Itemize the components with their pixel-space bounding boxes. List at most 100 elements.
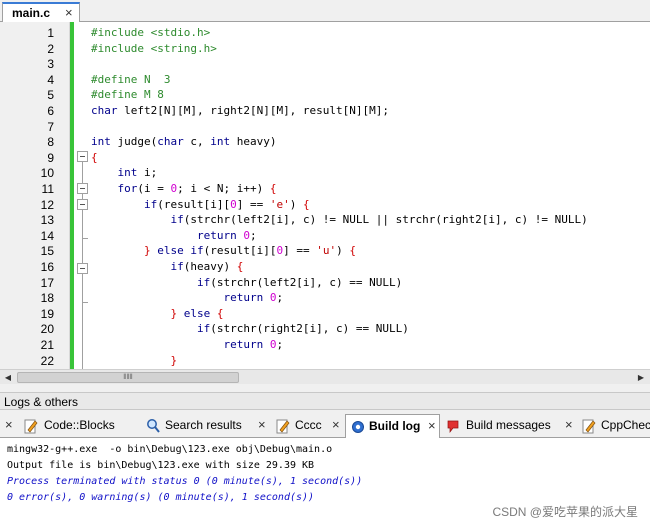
tab-build-log[interactable]: Build log × bbox=[345, 414, 440, 438]
line-number: 12 bbox=[40, 197, 54, 212]
tab-label: CppCheck bbox=[601, 418, 650, 432]
line-number: 21 bbox=[40, 338, 54, 352]
code-line[interactable]: 16 if(heavy) { bbox=[0, 259, 650, 275]
code-text: return 0; bbox=[223, 338, 284, 351]
gear-icon bbox=[352, 421, 364, 433]
line-number: 22 bbox=[40, 353, 54, 368]
line-number: 16 bbox=[40, 260, 54, 274]
code-text: { bbox=[91, 150, 98, 164]
watermark: CSDN @爱吃苹果的派大星 bbox=[492, 505, 638, 519]
code-text: int i; bbox=[117, 166, 158, 180]
horizontal-scrollbar[interactable]: ◀ ⦀⦀⦀ ▶ bbox=[0, 369, 650, 384]
tab-cccc[interactable]: Cccc × bbox=[270, 414, 345, 438]
tab-code-blocks[interactable]: × Code::Blocks bbox=[0, 414, 140, 438]
line-number: 8 bbox=[47, 135, 54, 150]
log-line: Output file is bin\Debug\123.exe with si… bbox=[7, 460, 315, 471]
tab-search-results[interactable]: Search results × bbox=[140, 414, 270, 438]
logs-panel-header: Logs & others bbox=[0, 392, 650, 410]
code-line[interactable]: 4 #define N 3 bbox=[0, 72, 650, 88]
code-text: return 0; bbox=[196, 228, 257, 242]
code-line[interactable]: 8 int judge(char c, int heavy) bbox=[0, 134, 650, 150]
close-icon[interactable]: × bbox=[5, 417, 13, 432]
line-number: 10 bbox=[40, 166, 54, 181]
search-icon bbox=[147, 419, 160, 433]
code-text: } else if(result[i][0] == 'u') { bbox=[143, 244, 356, 258]
code-line[interactable]: 17 if(strchr(left2[i], c) == NULL) bbox=[0, 275, 650, 291]
tab-label: Cccc bbox=[295, 418, 322, 432]
log-tab-strip: × Code::Blocks Search results × Cccc × B… bbox=[0, 412, 650, 438]
tab-build-messages[interactable]: Build messages × bbox=[440, 414, 578, 438]
code-line[interactable]: 3 bbox=[0, 56, 650, 72]
code-line[interactable]: 15 } else if(result[i][0] == 'u') { bbox=[0, 243, 650, 259]
line-number: 19 bbox=[40, 306, 54, 321]
code-text: #define N 3 bbox=[91, 72, 171, 86]
code-line[interactable]: 20 if(strchr(right2[i], c) == NULL) bbox=[0, 321, 650, 337]
line-number: 15 bbox=[40, 244, 54, 259]
code-line[interactable]: 12 if(result[i][0] == 'e') { bbox=[0, 197, 650, 213]
scroll-right-icon[interactable]: ▶ bbox=[634, 371, 648, 384]
tab-label: Code::Blocks bbox=[44, 418, 115, 432]
close-icon[interactable]: × bbox=[428, 418, 436, 433]
code-text: int judge(char c, int heavy) bbox=[91, 135, 277, 149]
scrollbar-thumb[interactable]: ⦀⦀⦀ bbox=[17, 372, 239, 383]
tab-main-c[interactable]: main.c × bbox=[2, 2, 80, 23]
tab-label: Build messages bbox=[466, 418, 551, 432]
build-messages-icon bbox=[447, 420, 459, 434]
tab-label: main.c bbox=[12, 6, 51, 20]
line-number: 5 bbox=[47, 88, 54, 103]
code-text: } bbox=[170, 353, 178, 367]
line-number: 9 bbox=[47, 150, 54, 165]
close-icon[interactable]: × bbox=[332, 417, 340, 432]
code-line[interactable]: 5 #define M 8 bbox=[0, 87, 650, 103]
line-number: 14 bbox=[40, 228, 54, 243]
line-number: 18 bbox=[40, 291, 54, 306]
close-icon[interactable]: × bbox=[258, 417, 266, 432]
code-editor[interactable]: 1 #include <stdio.h> 2 #include <string.h> 3… bbox=[0, 22, 650, 369]
line-number: 13 bbox=[40, 213, 54, 228]
editor-tab-strip: main.c × bbox=[0, 0, 650, 23]
line-number: 4 bbox=[47, 72, 54, 87]
tab-label: Build log bbox=[369, 419, 421, 433]
log-line: Process terminated with status 0 (0 minu… bbox=[7, 476, 363, 487]
pencil-icon bbox=[276, 419, 290, 434]
code-line[interactable]: 14 return 0; bbox=[0, 228, 650, 244]
code-line[interactable]: 6 char left2[N][M], right2[N][M], result[… bbox=[0, 103, 650, 119]
code-line[interactable]: 11 for(i = 0; i < N; i++) { bbox=[0, 181, 650, 197]
code-text: if(heavy) { bbox=[170, 260, 244, 273]
line-number: 20 bbox=[40, 322, 54, 337]
log-line: mingw32-g++.exe -o bin\Debug\123.exe obj… bbox=[7, 444, 333, 455]
line-number: 1 bbox=[47, 26, 54, 40]
code-line[interactable]: 9{ bbox=[0, 150, 650, 166]
code-text: #include <string.h> bbox=[91, 41, 217, 55]
code-line[interactable]: 13 if(strchr(left2[i], c) != NULL || str… bbox=[0, 212, 650, 228]
tab-label: Search results bbox=[165, 418, 242, 432]
code-text: if(strchr(left2[i], c) == NULL) bbox=[196, 275, 403, 289]
code-line[interactable]: 19 } else { bbox=[0, 306, 650, 322]
code-text: if(result[i][0] == 'e') { bbox=[143, 197, 310, 211]
line-number: 6 bbox=[47, 104, 54, 118]
code-line[interactable]: 22 } bbox=[0, 353, 650, 369]
code-text: if(strchr(left2[i], c) != NULL || strchr… bbox=[170, 213, 588, 227]
code-text: char left2[N][M], right2[N][M], result[N… bbox=[91, 104, 390, 117]
scroll-left-icon[interactable]: ◀ bbox=[1, 371, 15, 384]
tab-cppcheck[interactable]: CppCheck bbox=[578, 414, 650, 438]
code-line[interactable]: 7 bbox=[0, 119, 650, 135]
code-line[interactable]: 1 #include <stdio.h> bbox=[0, 25, 650, 41]
code-text: #include <stdio.h> bbox=[91, 26, 211, 39]
code-line[interactable]: 21 return 0; bbox=[0, 337, 650, 353]
code-line[interactable]: 2 #include <string.h> bbox=[0, 41, 650, 57]
close-icon[interactable]: × bbox=[565, 417, 573, 432]
code-text: if(strchr(right2[i], c) == NULL) bbox=[196, 322, 409, 336]
logs-panel-title: Logs & others bbox=[4, 395, 79, 409]
line-number: 2 bbox=[47, 41, 54, 56]
code-text: for(i = 0; i < N; i++) { bbox=[117, 182, 277, 195]
close-icon[interactable]: × bbox=[65, 5, 73, 20]
code-line[interactable]: 10 int i; bbox=[0, 165, 650, 181]
line-number: 7 bbox=[47, 119, 54, 134]
code-text: } else { bbox=[170, 306, 224, 320]
line-number: 11 bbox=[41, 182, 54, 196]
code-line[interactable]: 18 return 0; bbox=[0, 290, 650, 306]
line-number: 17 bbox=[40, 275, 54, 290]
code-text: return 0; bbox=[223, 291, 284, 305]
log-line: 0 error(s), 0 warning(s) (0 minute(s), 1… bbox=[7, 492, 315, 503]
